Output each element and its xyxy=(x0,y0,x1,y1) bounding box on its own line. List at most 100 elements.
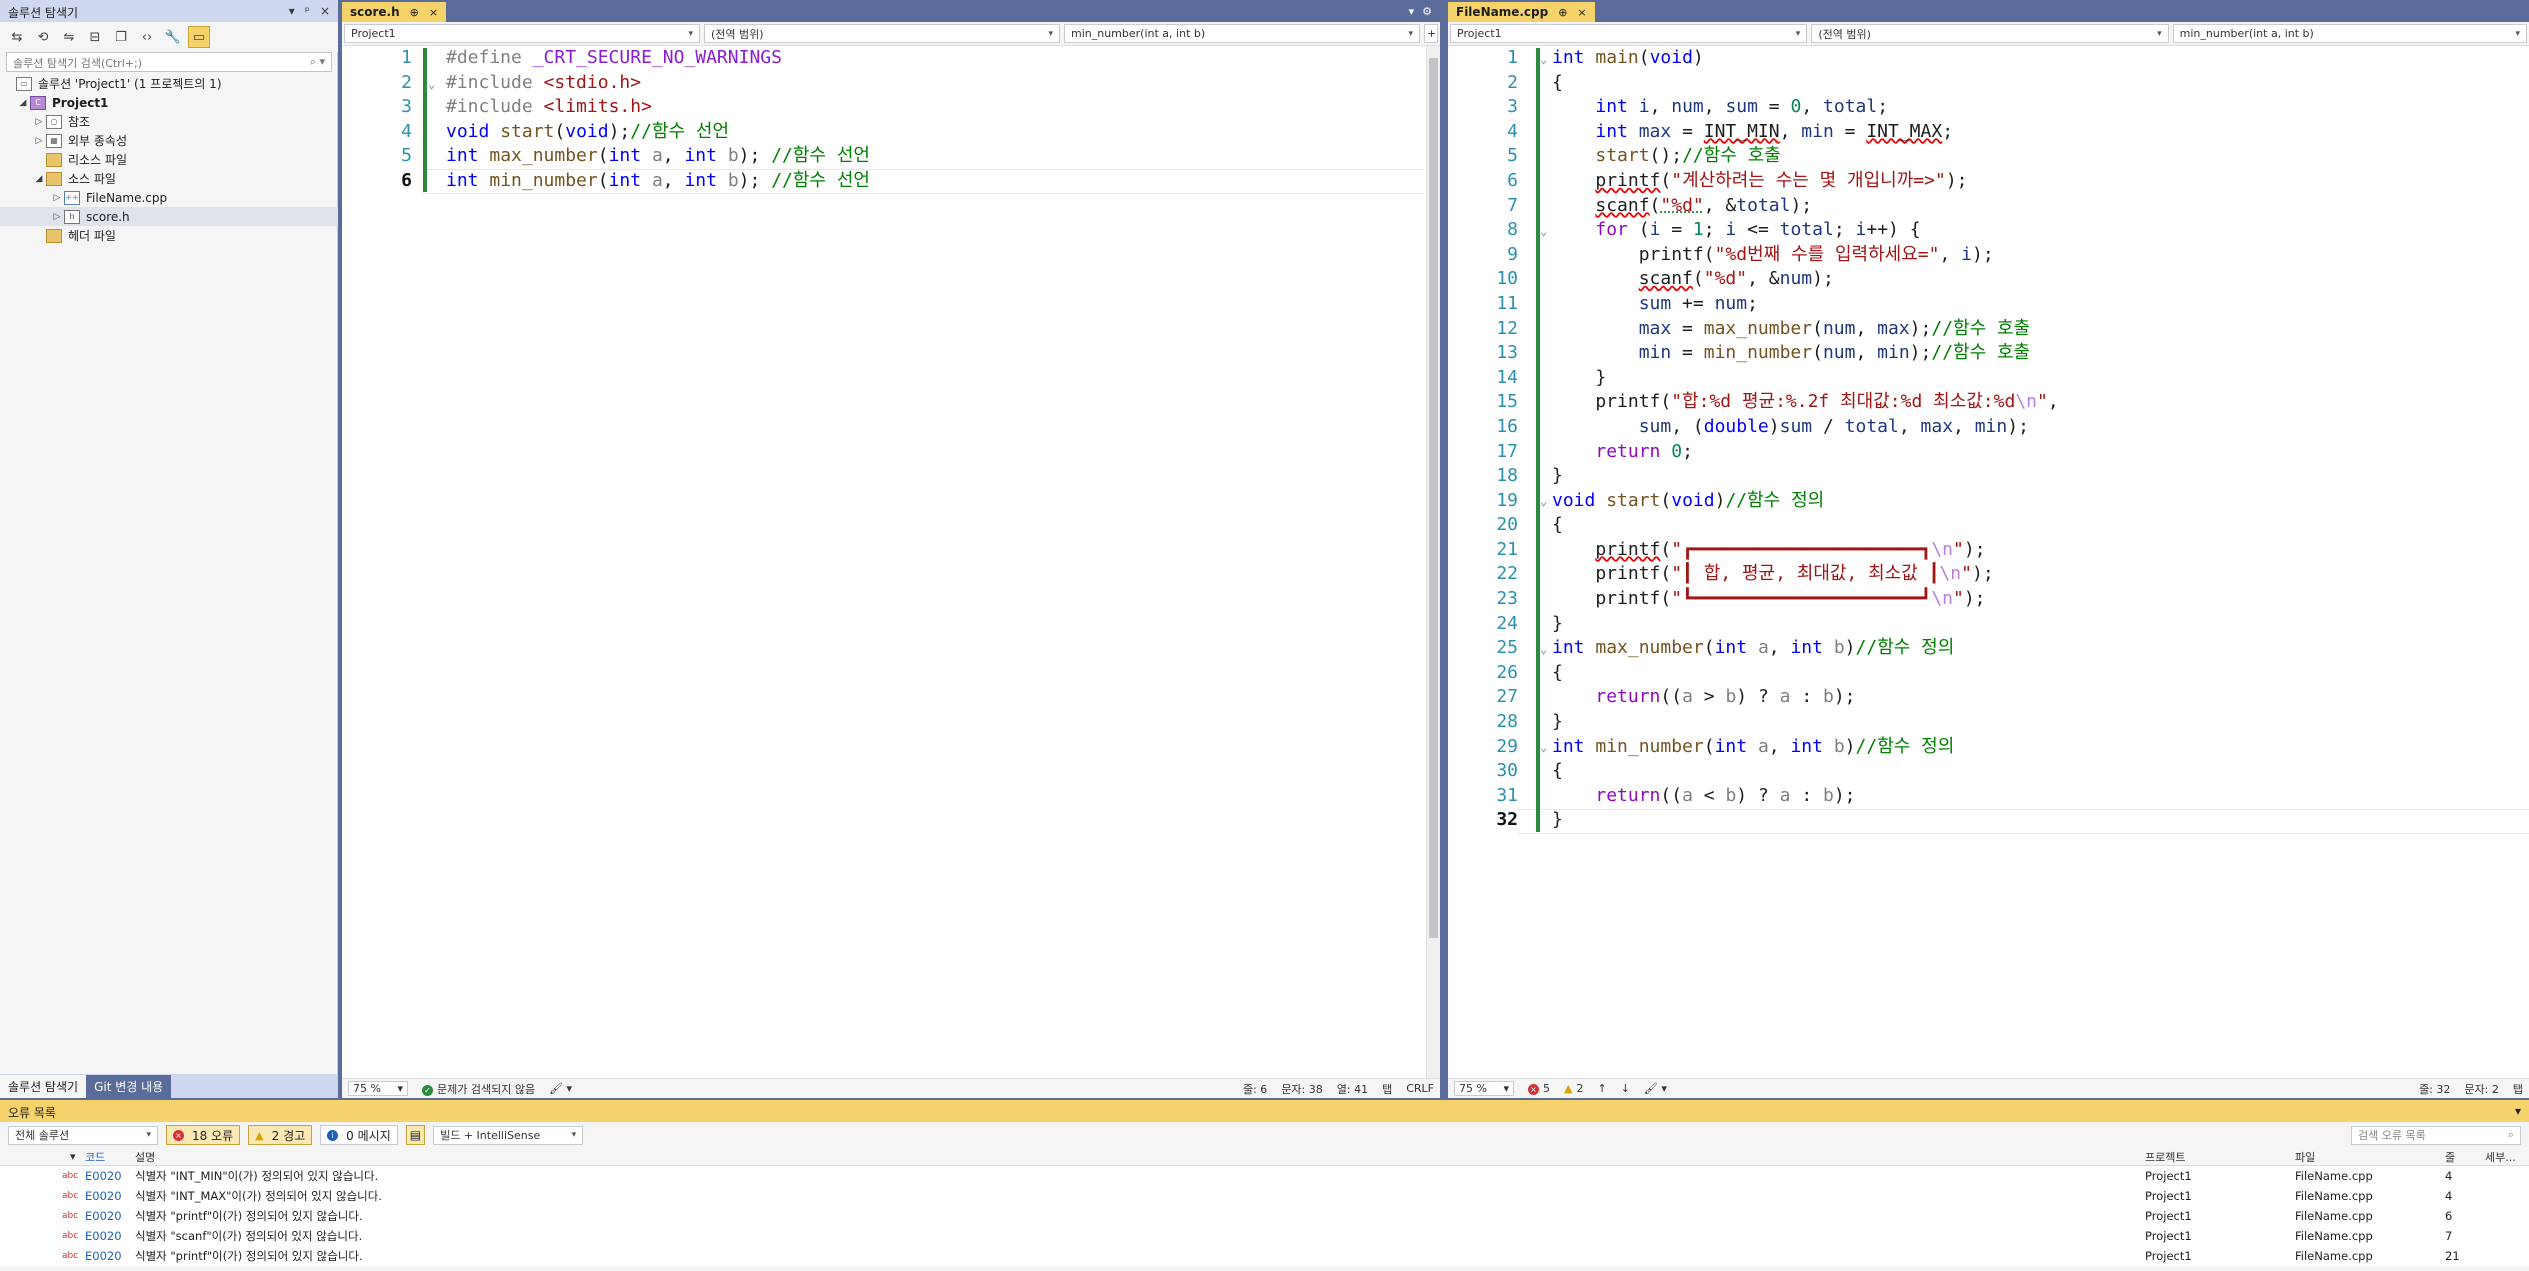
window-position-icon[interactable]: ▾ xyxy=(2515,1104,2521,1118)
expand-arrow-icon[interactable]: ▷ xyxy=(50,193,64,203)
tree-item-source-files[interactable]: ◢ 소스 파일 xyxy=(0,169,338,188)
history-icon[interactable]: ⟲ xyxy=(32,26,54,48)
settings-icon[interactable]: ⚙ xyxy=(1422,5,1432,18)
column-line[interactable]: 줄 xyxy=(2445,1149,2485,1165)
eol-indicator[interactable]: CRLF xyxy=(1406,1082,1434,1095)
close-tab-icon[interactable]: × xyxy=(429,6,438,19)
fold-icon[interactable]: ⌄ xyxy=(1540,740,1547,754)
error-list-panel: 오류 목록 ▾ 전체 솔루션 ▾ × 18 오류 ▲ 2 경고 i0 메시지 ▤ 빌드… xyxy=(0,1100,2529,1271)
sort-icon[interactable]: ▾ xyxy=(0,1150,85,1163)
next-issue-icon[interactable]: ↓ xyxy=(1621,1082,1630,1095)
split-icon[interactable]: + xyxy=(1424,24,1438,43)
char-indicator[interactable]: 문자: 38 xyxy=(1281,1081,1322,1097)
preview-selected-icon[interactable]: ▭ xyxy=(188,26,210,48)
issues-status[interactable]: ✓ 문제가 검색되지 않음 xyxy=(422,1081,535,1097)
table-row[interactable]: abc E0020 식별자 "INT_MIN"이(가) 정의되어 있지 않습니다… xyxy=(0,1166,2529,1186)
tab-indicator[interactable]: 탭 xyxy=(1382,1081,1392,1097)
column-file[interactable]: 파일 xyxy=(2295,1149,2445,1165)
pin-tab-icon[interactable]: ⊕ xyxy=(1558,6,1567,19)
project-dropdown[interactable]: Project1 ▾ xyxy=(1450,24,1808,43)
tab-git-changes[interactable]: Git 변경 내용 xyxy=(86,1074,172,1098)
fold-icon[interactable]: ⌄ xyxy=(1540,52,1547,66)
error-count[interactable]: × 5 xyxy=(1528,1082,1550,1095)
code-cleanup-icon[interactable]: 🖌 ▾ xyxy=(549,1082,572,1095)
fold-icon[interactable]: ⌄ xyxy=(1540,642,1547,656)
info-icon: i xyxy=(327,1129,339,1141)
expand-arrow-icon[interactable]: ▷ xyxy=(32,136,46,146)
left-editor-pane: score.h ⊕ × ▾ ⚙ Project1 ▾ (전역 범위) ▾ min_n… xyxy=(342,0,1440,1098)
scope-dropdown[interactable]: (전역 범위) ▾ xyxy=(704,24,1060,43)
chevron-down-icon: ▾ xyxy=(397,1082,403,1095)
table-row[interactable]: abc E0020 식별자 "printf"이(가) 정의되어 있지 않습니다.… xyxy=(0,1206,2529,1226)
scrollbar-thumb[interactable] xyxy=(1429,58,1438,938)
warning-icon: ▲ xyxy=(1564,1082,1573,1095)
tab-indicator[interactable]: 탭 xyxy=(2513,1081,2523,1097)
right-code-editor[interactable]: 1 2 3 4 5 6 7 8 9 10 11 12 13 14 15 16 17 18 19 20 21 22 23 24 2… xyxy=(1448,46,2529,1078)
table-row[interactable]: abc E0020 식별자 "scanf"이(가) 정의되어 있지 않습니다. … xyxy=(0,1226,2529,1246)
fold-icon[interactable]: ⌄ xyxy=(1540,224,1547,238)
code-cleanup-icon[interactable]: 🖌 ▾ xyxy=(1644,1082,1667,1095)
filter-icon[interactable]: ▤ xyxy=(405,1125,426,1145)
zoom-dropdown[interactable]: 75 % ▾ xyxy=(348,1081,408,1096)
collapse-all-icon[interactable]: ⊟ xyxy=(84,26,106,48)
tab-score-h[interactable]: score.h ⊕ × xyxy=(342,2,447,22)
tree-item-resource-files[interactable]: 리소스 파일 xyxy=(0,150,338,169)
tree-item-project[interactable]: ◢ C Project1 xyxy=(0,93,338,112)
table-row[interactable]: abc E0020 식별자 "INT_MAX"이(가) 정의되어 있지 않습니다… xyxy=(0,1186,2529,1206)
col-indicator[interactable]: 열: 41 xyxy=(1337,1081,1368,1097)
member-dropdown[interactable]: min_number(int a, int b) ▾ xyxy=(2172,24,2527,43)
tree-item-references[interactable]: ▷ ○ 참조 xyxy=(0,112,338,131)
messages-filter-button[interactable]: i0 메시지 xyxy=(320,1125,398,1145)
build-filter-dropdown[interactable]: 빌드 + IntelliSense ▾ xyxy=(433,1125,584,1145)
tree-item-external-dependencies[interactable]: ▷ ▦ 외부 종속성 xyxy=(0,131,338,150)
expand-arrow-icon[interactable]: ◢ xyxy=(32,174,46,184)
column-project[interactable]: 프로젝트 xyxy=(2145,1149,2295,1165)
expand-arrow-icon[interactable]: ▷ xyxy=(32,117,46,127)
chevron-down-icon: ▾ xyxy=(1048,28,1053,39)
error-search-input[interactable]: 검색 오류 목록 ⌕ xyxy=(2351,1125,2521,1145)
warnings-filter-button[interactable]: ▲ 2 경고 xyxy=(248,1125,313,1145)
line-indicator[interactable]: 줄: 6 xyxy=(1243,1081,1267,1097)
char-indicator[interactable]: 문자: 2 xyxy=(2464,1081,2498,1097)
zoom-dropdown[interactable]: 75 % ▾ xyxy=(1454,1081,1514,1096)
solution-search-input[interactable]: 솔루션 탐색기 검색(Ctrl+;) ⌕ ▾ xyxy=(6,52,332,72)
scope-dropdown[interactable]: (전역 범위) ▾ xyxy=(1811,24,2169,43)
code-view-icon[interactable]: ‹› xyxy=(136,26,158,48)
properties-icon[interactable]: 🔧 xyxy=(162,26,184,48)
chevron-down-icon: ▾ xyxy=(1503,1082,1509,1095)
line-indicator[interactable]: 줄: 32 xyxy=(2419,1081,2450,1097)
tree-item-filename-cpp[interactable]: ▷ ++ FileName.cpp xyxy=(0,188,338,207)
warning-count[interactable]: ▲ 2 xyxy=(1564,1082,1583,1095)
project-dropdown[interactable]: Project1 ▾ xyxy=(344,24,700,43)
tree-item-score-h[interactable]: ▷ h score.h xyxy=(0,207,338,226)
switch-views-icon[interactable]: ⇆ xyxy=(6,26,28,48)
expand-arrow-icon[interactable]: ▷ xyxy=(50,212,64,222)
tab-solution-explorer[interactable]: 솔루션 탐색기 xyxy=(0,1074,87,1098)
column-description[interactable]: 설명 xyxy=(135,1149,2145,1165)
member-dropdown[interactable]: min_number(int a, int b) ▾ xyxy=(1064,24,1420,43)
tree-item-solution[interactable]: ▭ 솔루션 'Project1' (1 프로젝트의 1) xyxy=(0,74,338,93)
errors-filter-button[interactable]: × 18 오류 xyxy=(166,1125,241,1145)
sync-icon[interactable]: ⇋ xyxy=(58,26,80,48)
column-details[interactable]: 세부... xyxy=(2485,1149,2516,1165)
fold-icon[interactable]: ⌄ xyxy=(428,77,435,91)
show-all-files-icon[interactable]: ❐ xyxy=(110,26,132,48)
vertical-scrollbar[interactable] xyxy=(1426,46,1440,1078)
table-row[interactable]: abc E0020 식별자 "printf"이(가) 정의되어 있지 않습니다.… xyxy=(0,1246,2529,1266)
column-code[interactable]: 코드 xyxy=(85,1149,135,1165)
chevron-down-icon: ▾ xyxy=(146,1130,151,1140)
window-position-icon[interactable]: ▾ xyxy=(289,4,295,18)
prev-issue-icon[interactable]: ↑ xyxy=(1597,1082,1606,1095)
tree-item-header-files[interactable]: 헤더 파일 xyxy=(0,226,338,245)
pin-icon[interactable]: ᵖ xyxy=(305,4,310,18)
scope-filter-dropdown[interactable]: 전체 솔루션 ▾ xyxy=(8,1125,158,1145)
tab-filename-cpp[interactable]: FileName.cpp ⊕ × xyxy=(1448,2,1595,22)
left-navigation-bar: Project1 ▾ (전역 범위) ▾ min_number(int a, int… xyxy=(342,22,1440,46)
close-icon[interactable]: × xyxy=(320,4,330,18)
close-tab-icon[interactable]: × xyxy=(1577,6,1586,19)
fold-icon[interactable]: ⌄ xyxy=(1540,494,1547,508)
expand-arrow-icon[interactable]: ◢ xyxy=(16,98,30,108)
pin-tab-icon[interactable]: ⊕ xyxy=(410,6,419,19)
left-code-editor[interactable]: 123456 ⌄ #define _CRT_SECURE_NO_WARNINGS… xyxy=(342,46,1440,1078)
dropdown-icon[interactable]: ▾ xyxy=(1409,5,1415,18)
